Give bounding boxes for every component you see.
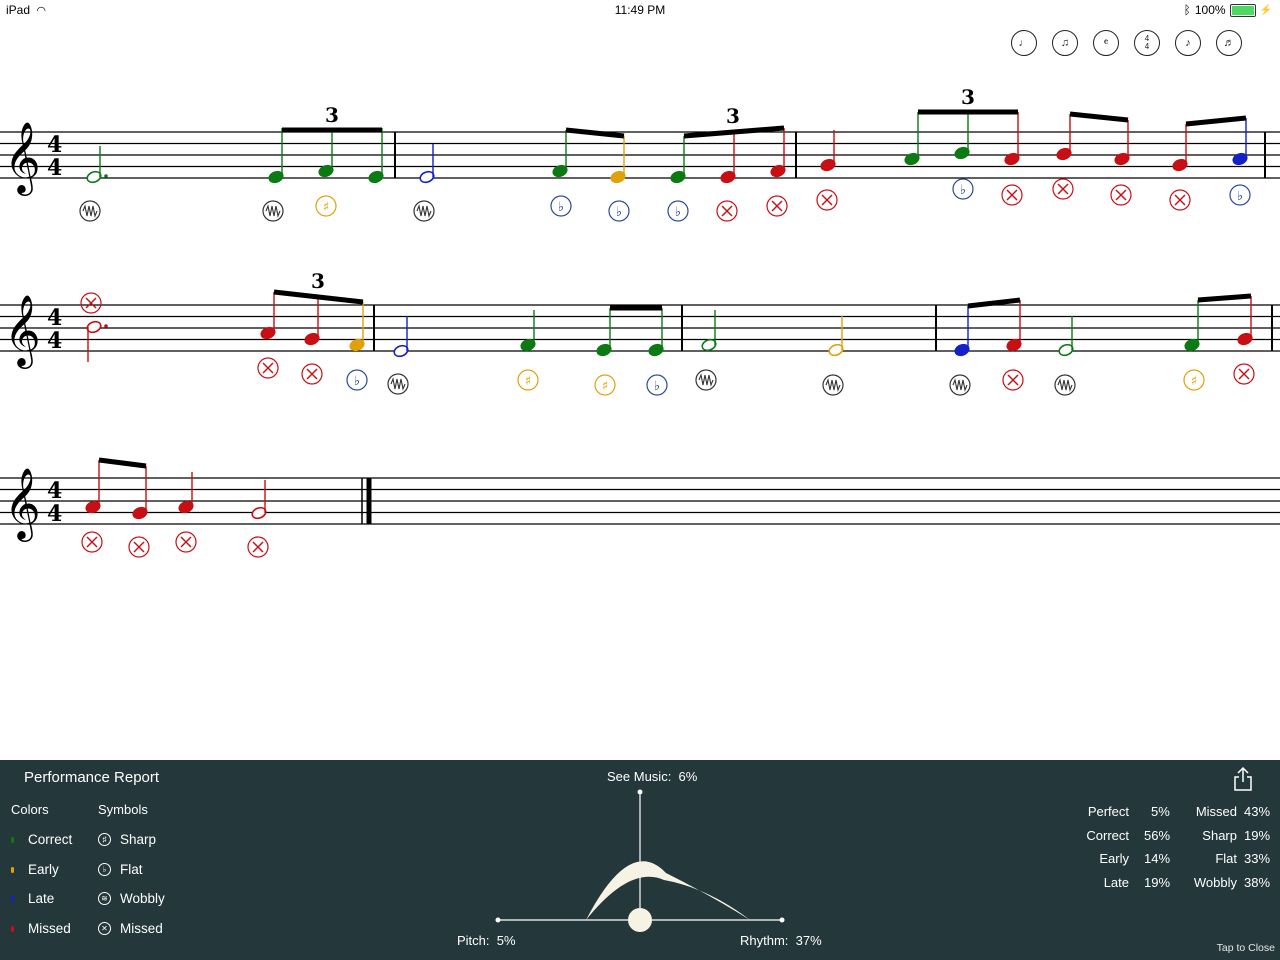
sharp-symbol-mark: ♯ (1191, 374, 1197, 389)
report-title: Performance Report (24, 769, 160, 786)
status-right: ᛒ 100% ⚡ (1184, 3, 1272, 17)
rhythm-readout: Rhythm: 37% (740, 933, 822, 948)
bluetooth-icon: ᛒ (1183, 3, 1191, 17)
legend-color-late: Late (11, 891, 54, 906)
gauge-top-dot (637, 789, 643, 795)
swatch-late (11, 895, 14, 902)
tap-to-close[interactable]: Tap to Close (1217, 942, 1275, 954)
legend-color-label: Late (28, 891, 55, 906)
wobbly-symbol-mark (265, 204, 281, 218)
colors-header: Colors (11, 802, 49, 817)
beam (98, 457, 147, 469)
battery-percent: 100% (1194, 3, 1226, 17)
treble-clef: 𝄞 (4, 120, 41, 196)
time-signature-icon[interactable]: 44 (1134, 30, 1160, 56)
beam (565, 127, 625, 139)
wobbly-symbol-mark (952, 378, 968, 392)
sharp-symbol-mark: ♯ (323, 200, 329, 215)
toolbar: ♩ ♫ 𝄴 44 ♪ ♬ (1011, 30, 1242, 56)
legend-symbol-label: Flat (120, 862, 143, 877)
see-music-readout: See Music: 6% (607, 769, 697, 784)
legend-symbol-flat: ♭ Flat (98, 862, 143, 877)
beam (1197, 293, 1252, 303)
note-view-icon[interactable]: ♩ (1011, 30, 1037, 56)
status-bar: iPad ◠ 11:49 PM ᛒ 100% ⚡ (0, 0, 1280, 20)
rhythm-icon[interactable]: ♬ (1216, 30, 1242, 56)
tuplet-label: 3 (325, 103, 339, 127)
tuplet-label: 3 (311, 269, 325, 293)
wobbly-icon: ≋ (98, 892, 111, 905)
wobbly-symbol-mark (416, 204, 432, 218)
pitch-label: Pitch: (457, 933, 490, 948)
gauge-right-dot (779, 917, 785, 923)
swatch-correct (11, 836, 14, 843)
pitch-readout: Pitch: 5% (457, 933, 516, 948)
time-sig-bottom: 4 (47, 155, 62, 181)
legend-color-early: Early (11, 862, 59, 877)
see-music-label: See Music: (607, 769, 672, 784)
music-score: 𝄞 443 33♯ ♭ ♭ ♭♭ ♭𝄞 443♭ ♯ ♯ ♭ ♯𝄞 44 (0, 85, 1280, 558)
legend-symbol-missed: ✕ Missed (98, 921, 163, 936)
rhythm-value: 37% (795, 933, 822, 948)
tuplet-label: 3 (961, 85, 975, 109)
beam (1069, 111, 1129, 123)
swatch-missed (11, 925, 14, 932)
flat-symbol-mark: ♭ (354, 374, 360, 389)
wobbly-symbol-mark (82, 204, 98, 218)
wobbly-symbol-mark (698, 373, 714, 387)
flat-symbol-mark: ♭ (616, 205, 622, 220)
legend-symbol-label: Wobbly (120, 891, 165, 906)
rhythm-label: Rhythm: (740, 933, 789, 948)
legend-symbol-wobbly: ≋ Wobbly (98, 891, 165, 906)
sharp-symbol-mark: ♯ (602, 379, 608, 394)
gauge-curve (586, 861, 750, 920)
flat-icon: ♭ (98, 863, 111, 876)
pitch-value: 5% (496, 933, 516, 948)
missed-icon: ✕ (98, 922, 111, 935)
legend-symbol-label: Sharp (120, 832, 157, 847)
gauge-handle[interactable] (628, 908, 652, 932)
wobbly-symbol-mark (390, 377, 406, 391)
legend-color-label: Early (28, 862, 59, 877)
treble-clef: 𝄞 (4, 293, 41, 369)
see-music-value: 6% (678, 769, 698, 784)
wobbly-symbol-mark (825, 378, 841, 392)
metronome-icon[interactable]: ♪ (1175, 30, 1201, 56)
sharp-icon: ♯ (98, 833, 111, 846)
status-time: 11:49 PM (614, 3, 666, 17)
charging-icon: ⚡ (1259, 4, 1272, 16)
legend-symbol-label: Missed (120, 921, 163, 936)
flat-symbol-mark: ♭ (1237, 189, 1243, 204)
time-sig-bottom: 4 (47, 328, 62, 354)
battery-icon (1229, 3, 1256, 17)
legend-color-correct: Correct (11, 832, 72, 847)
beam (1185, 115, 1247, 127)
legend-color-missed: Missed (11, 921, 71, 936)
staff-view-icon[interactable]: ♫ (1052, 30, 1078, 56)
legend-color-label: Correct (28, 832, 73, 847)
flat-symbol-mark: ♭ (558, 200, 564, 215)
performance-gauge (495, 789, 785, 932)
legend-color-label: Missed (28, 921, 71, 936)
clef-icon[interactable]: 𝄴 (1093, 30, 1119, 56)
legend-symbol-sharp: ♯ Sharp (98, 832, 156, 847)
note-dot (104, 324, 108, 328)
symbols-header: Symbols (98, 802, 148, 817)
wobbly-symbol-mark (1057, 378, 1073, 392)
performance-report-panel[interactable]: Performance Report Colors Symbols Correc… (0, 760, 1280, 960)
treble-clef: 𝄞 (4, 466, 41, 542)
note-dot (104, 174, 108, 178)
flat-symbol-mark: ♭ (654, 379, 660, 394)
gauge-left-dot (495, 917, 501, 923)
time-sig-bottom: 4 (47, 501, 62, 527)
sharp-symbol-mark: ♯ (525, 374, 531, 389)
tuplet-label: 3 (726, 104, 740, 128)
share-icon[interactable] (1232, 766, 1254, 792)
swatch-early (11, 866, 14, 873)
flat-symbol-mark: ♭ (960, 183, 966, 198)
flat-symbol-mark: ♭ (675, 205, 681, 220)
